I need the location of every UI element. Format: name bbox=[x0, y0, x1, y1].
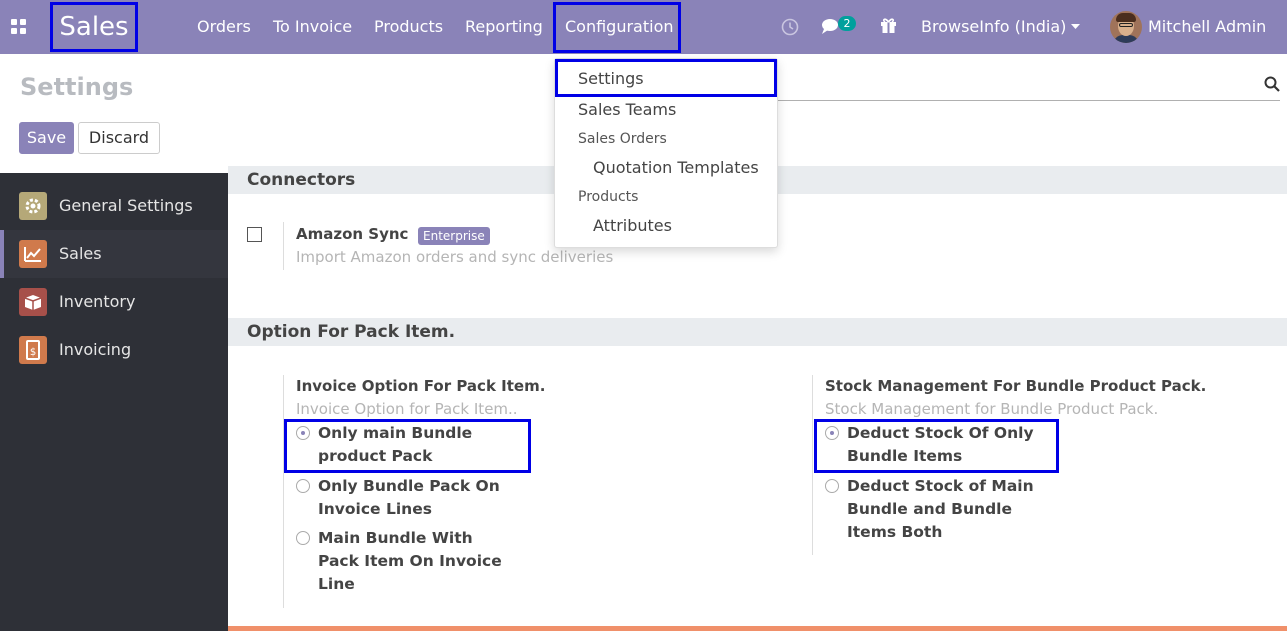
radio-label[interactable]: Deduct Stock of Main Bundle and Bundle Ite… bbox=[847, 475, 1034, 544]
clock-icon[interactable] bbox=[781, 18, 799, 36]
radio-only-bundle-pack[interactable] bbox=[296, 479, 310, 493]
section-pack-item: Option For Pack Item. bbox=[228, 318, 1287, 346]
enterprise-badge: Enterprise bbox=[418, 227, 490, 245]
sidebar-item-general-settings[interactable]: General Settings bbox=[0, 182, 228, 230]
company-switcher[interactable]: BrowseInfo (India) bbox=[921, 16, 1066, 38]
amazon-sync-desc: Import Amazon orders and sync deliveries bbox=[296, 248, 614, 266]
dropdown-header-products: Products bbox=[578, 189, 639, 205]
avatar[interactable] bbox=[1110, 11, 1142, 43]
sidebar-item-label: Sales bbox=[59, 244, 102, 263]
user-menu[interactable]: Mitchell Admin bbox=[1148, 16, 1266, 38]
stock-option-title: Stock Management For Bundle Product Pack… bbox=[825, 377, 1207, 395]
caret-down-icon[interactable] bbox=[1071, 24, 1080, 30]
chart-icon bbox=[19, 240, 47, 268]
menu-products[interactable]: Products bbox=[374, 16, 443, 38]
sidebar-item-inventory[interactable]: Inventory bbox=[0, 278, 228, 326]
page-title: Settings bbox=[20, 73, 134, 101]
search-icon[interactable] bbox=[1264, 76, 1280, 92]
configuration-dropdown: Settings Sales Teams Sales Orders Quotat… bbox=[554, 58, 778, 248]
selection-highlight bbox=[284, 419, 531, 473]
app-name[interactable]: Sales bbox=[50, 2, 138, 52]
radio-label[interactable]: Main Bundle With Pack Item On Invoice Line bbox=[318, 527, 502, 596]
dropdown-item-quotation-templates[interactable]: Quotation Templates bbox=[593, 157, 759, 179]
dropdown-item-attributes[interactable]: Attributes bbox=[593, 215, 672, 237]
stock-option-desc: Stock Management for Bundle Product Pack… bbox=[825, 400, 1159, 418]
sidebar-item-label: Invoicing bbox=[59, 340, 132, 359]
invoice-icon: $ bbox=[19, 336, 47, 364]
menu-to-invoice[interactable]: To Invoice bbox=[273, 16, 352, 38]
search-input[interactable] bbox=[775, 100, 1280, 101]
amazon-sync-title: Amazon Sync bbox=[296, 225, 409, 243]
invoice-option-title: Invoice Option For Pack Item. bbox=[296, 377, 546, 395]
save-button[interactable]: Save bbox=[19, 122, 74, 154]
divider bbox=[283, 375, 284, 608]
menu-configuration[interactable]: Configuration bbox=[565, 16, 674, 38]
radio-label[interactable]: Only Bundle Pack On Invoice Lines bbox=[318, 475, 500, 521]
top-navbar: Sales Orders To Invoice Products Reporti… bbox=[0, 0, 1287, 54]
invoice-option-desc: Invoice Option for Pack Item.. bbox=[296, 400, 518, 418]
discard-button[interactable]: Discard bbox=[78, 122, 160, 154]
radio-deduct-main-and-bundle[interactable] bbox=[825, 479, 839, 493]
menu-orders[interactable]: Orders bbox=[197, 16, 251, 38]
amazon-sync-checkbox[interactable] bbox=[247, 227, 262, 242]
sidebar-item-label: General Settings bbox=[59, 196, 193, 215]
sidebar-item-label: Inventory bbox=[59, 292, 136, 311]
dropdown-item-sales-teams[interactable]: Sales Teams bbox=[578, 99, 676, 121]
divider bbox=[283, 222, 284, 270]
menu-reporting[interactable]: Reporting bbox=[465, 16, 543, 38]
gear-icon bbox=[19, 192, 47, 220]
radio-main-bundle-with-pack[interactable] bbox=[296, 531, 310, 545]
sidebar-item-sales[interactable]: Sales bbox=[0, 230, 228, 278]
svg-text:$: $ bbox=[30, 347, 36, 358]
sidebar-item-invoicing[interactable]: $ Invoicing bbox=[0, 326, 228, 374]
bottom-accent-bar bbox=[228, 626, 1287, 631]
gift-icon[interactable] bbox=[880, 17, 897, 34]
chat-count-badge: 2 bbox=[838, 16, 856, 31]
selection-highlight bbox=[814, 419, 1059, 473]
box-icon bbox=[19, 288, 47, 316]
apps-grid-icon[interactable] bbox=[11, 19, 27, 35]
divider bbox=[812, 375, 813, 555]
dropdown-item-settings[interactable]: Settings bbox=[578, 68, 644, 90]
dropdown-header-sales-orders: Sales Orders bbox=[578, 131, 667, 147]
settings-sidebar: General Settings Sales Inventory $ Invoi… bbox=[0, 173, 228, 631]
